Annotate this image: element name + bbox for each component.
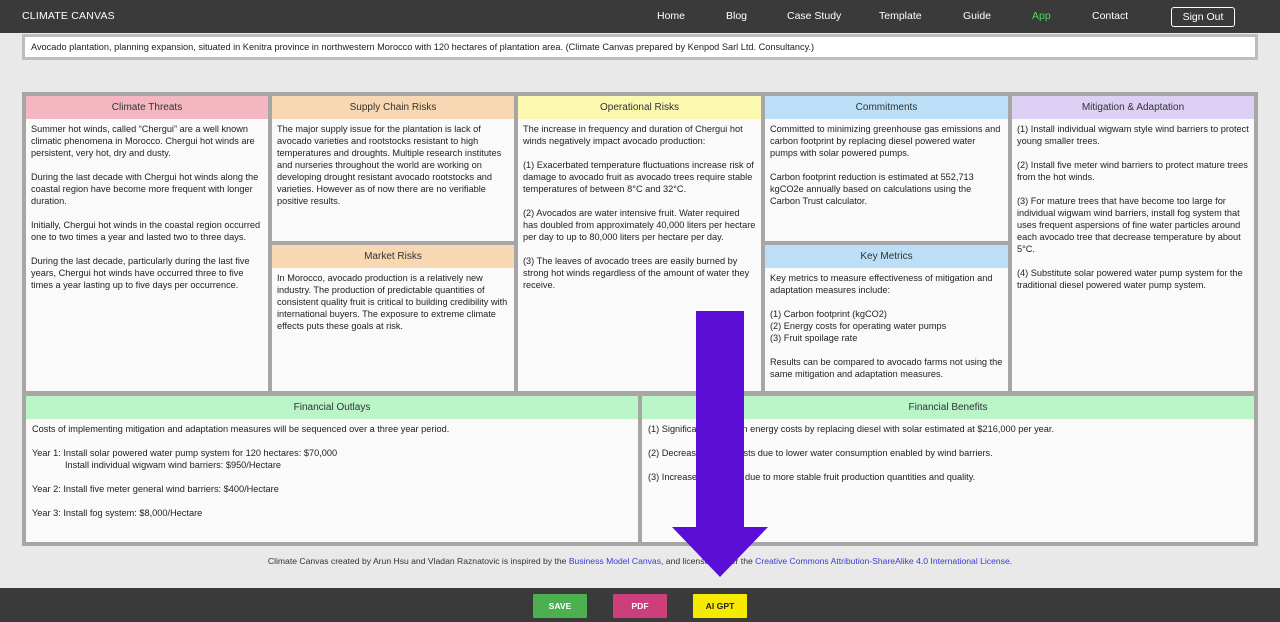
text-paragraph: (2) Install five meter wind barriers to … (1017, 160, 1248, 182)
mitigation-adaptation-body[interactable]: (1) Install individual wigwam style wind… (1012, 119, 1254, 295)
text-paragraph: During the last decade with Chergui hot … (31, 172, 259, 206)
text-paragraph: (3) For mature trees that have become to… (1017, 196, 1241, 254)
project-description: Avocado plantation, planning expansion, … (22, 34, 1258, 60)
operational-risks-header: Operational Risks (518, 96, 761, 119)
year3-line: Year 3: Install fog system: $8,000/Hecta… (32, 508, 203, 518)
text-paragraph: Committed to minimizing greenhouse gas e… (770, 124, 1001, 158)
market-risks-header: Market Risks (272, 245, 514, 268)
text-paragraph: Carbon footprint reduction is estimated … (770, 172, 974, 206)
commitments-header: Commitments (765, 96, 1008, 119)
text-paragraph: The major supply issue for the plantatio… (277, 124, 502, 206)
supply-chain-body[interactable]: The major supply issue for the plantatio… (272, 119, 514, 211)
market-risks-body[interactable]: In Morocco, avocado production is a rela… (272, 268, 514, 336)
supply-chain-header: Supply Chain Risks (272, 96, 514, 119)
supply-chain-box[interactable]: Supply Chain Risks The major supply issu… (272, 96, 514, 241)
list-item: (1) Carbon footprint (kgCO2) (770, 309, 887, 319)
financial-outlays-header: Financial Outlays (26, 396, 638, 419)
nav-contact[interactable]: Contact (1092, 10, 1128, 22)
text-paragraph: (3) The leaves of avocado trees are easi… (523, 256, 750, 290)
market-risks-box[interactable]: Market Risks In Morocco, avocado product… (272, 245, 514, 391)
nav-case-study[interactable]: Case Study (787, 10, 841, 22)
list-item: (3) Fruit spoilage rate (770, 333, 858, 343)
financial-benefits-body[interactable]: (1) Significant savings in energy costs … (642, 419, 1254, 487)
text-paragraph: (1) Install individual wigwam style wind… (1017, 124, 1249, 146)
nav-home[interactable]: Home (657, 10, 685, 22)
key-metrics-body[interactable]: Key metrics to measure effectiveness of … (765, 268, 1008, 384)
bottom-action-bar: SAVE PDF AI GPT (0, 588, 1280, 622)
year1-line: Year 1: Install solar powered water pump… (32, 448, 338, 458)
financial-outlays-body[interactable]: Costs of implementing mitigation and ada… (26, 419, 638, 523)
save-button[interactable]: SAVE (533, 594, 587, 618)
year1-block: Year 1: Install solar powered water pump… (32, 447, 632, 471)
operational-risks-body[interactable]: The increase in frequency and duration o… (518, 119, 761, 295)
brand-logo[interactable]: CLIMATE CANVAS (22, 10, 115, 22)
text-paragraph: During the last decade, particularly dur… (31, 256, 250, 290)
top-nav: CLIMATE CANVAS Home Blog Case Study Temp… (0, 0, 1280, 33)
text-paragraph: Summer hot winds, called “Chergui” are a… (31, 124, 255, 158)
ai-gpt-button[interactable]: AI GPT (693, 594, 747, 618)
nav-app[interactable]: App (1032, 10, 1051, 22)
text-paragraph: In Morocco, avocado production is a rela… (277, 273, 508, 331)
text-paragraph: Key metrics to measure effectiveness of … (770, 273, 993, 295)
text-paragraph: (1) Exacerbated temperature fluctuations… (523, 160, 754, 194)
key-metrics-box[interactable]: Key Metrics Key metrics to measure effec… (765, 245, 1008, 391)
project-description-field[interactable]: Avocado plantation, planning expansion, … (25, 37, 1255, 57)
text-paragraph: The increase in frequency and duration o… (523, 124, 743, 146)
year2-line: Year 2: Install five meter general wind … (32, 484, 279, 494)
text-paragraph: Initially, Chergui hot winds in the coas… (31, 220, 261, 242)
financial-benefits-header: Financial Benefits (642, 396, 1254, 419)
year1-line: Install individual wigwam wind barriers:… (65, 460, 282, 470)
text-paragraph: (2) Decreased water costs due to lower w… (648, 448, 993, 458)
commitments-box[interactable]: Commitments Committed to minimizing gree… (765, 96, 1008, 241)
text-paragraph: (2) Avocados are water intensive fruit. … (523, 208, 756, 242)
commitments-body[interactable]: Committed to minimizing greenhouse gas e… (765, 119, 1008, 211)
climate-canvas-grid: Climate Threats Summer hot winds, called… (22, 92, 1258, 546)
pdf-button[interactable]: PDF (613, 594, 667, 618)
nav-guide[interactable]: Guide (963, 10, 991, 22)
text-paragraph: Results can be compared to avocado farms… (770, 357, 1003, 379)
sign-out-button[interactable]: Sign Out (1171, 7, 1235, 27)
climate-threats-body[interactable]: Summer hot winds, called “Chergui” are a… (26, 119, 268, 295)
business-model-canvas-link[interactable]: Business Model Canvas (569, 556, 661, 566)
text-paragraph: (4) Substitute solar powered water pump … (1017, 268, 1243, 290)
operational-risks-box[interactable]: Operational Risks The increase in freque… (518, 96, 761, 391)
key-metrics-header: Key Metrics (765, 245, 1008, 268)
credit-prefix: Climate Canvas created by Arun Hsu and V… (267, 556, 569, 566)
financial-benefits-box[interactable]: Financial Benefits (1) Significant savin… (642, 396, 1254, 542)
financial-outlays-box[interactable]: Financial Outlays Costs of implementing … (26, 396, 638, 542)
credit-suffix: . (1009, 556, 1013, 566)
climate-threats-header: Climate Threats (26, 96, 268, 119)
credit-middle: , and licensed under the (661, 556, 756, 566)
mitigation-adaptation-box[interactable]: Mitigation & Adaptation (1) Install indi… (1012, 96, 1254, 391)
creative-commons-link[interactable]: Creative Commons Attribution-ShareAlike … (755, 556, 1010, 566)
credit-line: Climate Canvas created by Arun Hsu and V… (0, 556, 1280, 566)
mitigation-adaptation-header: Mitigation & Adaptation (1012, 96, 1254, 119)
list-item: (2) Energy costs for operating water pum… (770, 321, 947, 331)
nav-template[interactable]: Template (879, 10, 922, 22)
text-paragraph: Costs of implementing mitigation and ada… (32, 424, 450, 434)
text-paragraph: (1) Significant savings in energy costs … (648, 424, 1054, 434)
climate-threats-box[interactable]: Climate Threats Summer hot winds, called… (26, 96, 268, 391)
nav-blog[interactable]: Blog (726, 10, 747, 22)
metrics-list: (1) Carbon footprint (kgCO2) (2) Energy … (770, 308, 1003, 344)
text-paragraph: (3) Increased revenues due to more stabl… (648, 472, 976, 482)
